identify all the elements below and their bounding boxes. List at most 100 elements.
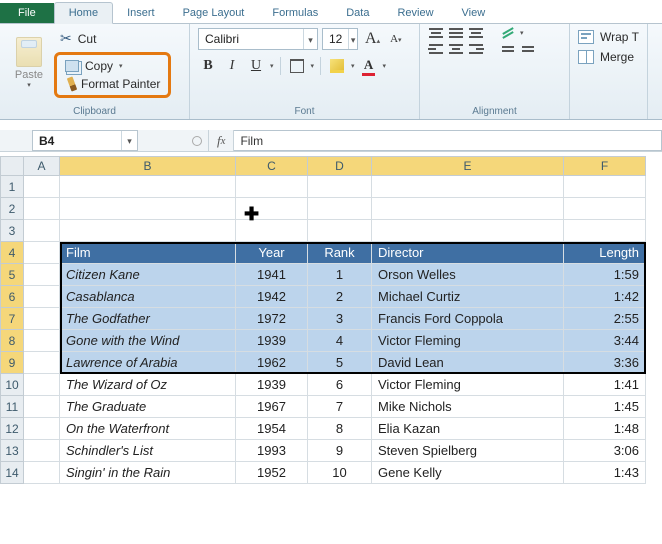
cell[interactable]: 1:48 [564,418,646,440]
cell[interactable]: Singin' in the Rain [60,462,236,484]
tab-view[interactable]: View [448,3,500,23]
cell[interactable]: 1:41 [564,374,646,396]
cell[interactable] [564,220,646,242]
decrease-font-button[interactable]: A▾ [387,33,404,45]
col-header-d[interactable]: D [308,156,372,176]
cell-header-film[interactable]: Film [60,242,236,264]
cell[interactable] [236,176,308,198]
name-box[interactable]: B4 ▾ [32,130,138,151]
cell[interactable]: 1952 [236,462,308,484]
cell[interactable] [24,308,60,330]
chevron-down-icon[interactable]: ▾ [383,62,387,70]
cell[interactable]: 1:42 [564,286,646,308]
cell[interactable]: 4 [308,330,372,352]
cell[interactable]: Francis Ford Coppola [372,308,564,330]
cell[interactable] [308,198,372,220]
cell[interactable] [24,440,60,462]
cell[interactable] [24,198,60,220]
cell[interactable] [308,176,372,198]
align-left-button[interactable] [428,44,444,54]
chevron-down-icon[interactable]: ▾ [121,131,137,150]
tab-review[interactable]: Review [383,3,447,23]
cell[interactable]: 3:06 [564,440,646,462]
cell[interactable] [236,220,308,242]
cell[interactable]: David Lean [372,352,564,374]
paste-button[interactable]: Paste ▾ [8,28,50,98]
cell[interactable] [372,176,564,198]
row-header[interactable]: 5 [0,264,24,286]
merge-center-button[interactable]: Merge [578,50,639,64]
chevron-down-icon[interactable]: ▾ [270,62,274,70]
cell[interactable]: Casablanca [60,286,236,308]
cell[interactable] [24,396,60,418]
cell[interactable] [24,330,60,352]
cell[interactable] [24,352,60,374]
row-header[interactable]: 11 [0,396,24,418]
row-header[interactable]: 3 [0,220,24,242]
cell[interactable] [24,286,60,308]
cell[interactable]: Gene Kelly [372,462,564,484]
orientation-button[interactable] [500,30,516,36]
cell[interactable]: Gone with the Wind [60,330,236,352]
cell[interactable]: Orson Welles [372,264,564,286]
tab-data[interactable]: Data [332,3,383,23]
chevron-down-icon[interactable]: ▾ [303,29,317,49]
cell[interactable] [564,198,646,220]
font-name-combo[interactable]: Calibri ▾ [198,28,318,50]
cell[interactable]: 1962 [236,352,308,374]
increase-font-button[interactable]: A▴ [362,30,383,48]
cell[interactable]: 1967 [236,396,308,418]
cell[interactable] [564,176,646,198]
cell[interactable]: 1972 [236,308,308,330]
row-header[interactable]: 13 [0,440,24,462]
cell[interactable]: 6 [308,374,372,396]
row-header[interactable]: 14 [0,462,24,484]
row-header[interactable]: 9 [0,352,24,374]
cell[interactable]: 5 [308,352,372,374]
bold-button[interactable]: B [198,56,218,76]
cell[interactable]: 3 [308,308,372,330]
cell[interactable] [24,418,60,440]
tab-file[interactable]: File [0,3,54,23]
col-header-f[interactable]: F [564,156,646,176]
align-top-button[interactable] [428,28,444,38]
cell[interactable] [24,264,60,286]
cell[interactable] [24,220,60,242]
align-bottom-button[interactable] [468,28,484,38]
cell[interactable]: 1:45 [564,396,646,418]
cell[interactable] [60,220,236,242]
cell[interactable]: Schindler's List [60,440,236,462]
chevron-down-icon[interactable]: ▾ [348,29,357,49]
cell[interactable]: Elia Kazan [372,418,564,440]
row-header[interactable]: 4 [0,242,24,264]
row-header[interactable]: 10 [0,374,24,396]
cell[interactable] [60,176,236,198]
row-header[interactable]: 1 [0,176,24,198]
borders-button[interactable] [287,56,307,76]
wrap-text-button[interactable]: Wrap T [578,30,639,44]
chevron-down-icon[interactable]: ▾ [520,29,524,37]
cell[interactable]: 2:55 [564,308,646,330]
cell[interactable] [24,176,60,198]
font-color-button[interactable]: A [359,56,379,76]
cell[interactable]: Steven Spielberg [372,440,564,462]
tab-home[interactable]: Home [54,2,113,24]
chevron-down-icon[interactable]: ▾ [351,62,355,70]
tab-formulas[interactable]: Formulas [258,3,332,23]
tab-insert[interactable]: Insert [113,3,169,23]
cell[interactable]: 3:36 [564,352,646,374]
chevron-down-icon[interactable]: ▾ [311,62,315,70]
align-middle-button[interactable] [448,28,464,38]
row-header[interactable]: 12 [0,418,24,440]
cell[interactable]: 1939 [236,374,308,396]
cell[interactable]: 8 [308,418,372,440]
cell[interactable]: The Godfather [60,308,236,330]
formula-input[interactable]: Film [234,130,662,151]
cell[interactable] [372,220,564,242]
font-size-combo[interactable]: 12 ▾ [322,28,358,50]
copy-button[interactable]: Copy ▾ [59,57,166,75]
col-header-a[interactable]: A [24,156,60,176]
cell[interactable]: 2 [308,286,372,308]
cell[interactable]: Michael Curtiz [372,286,564,308]
cell[interactable] [308,220,372,242]
